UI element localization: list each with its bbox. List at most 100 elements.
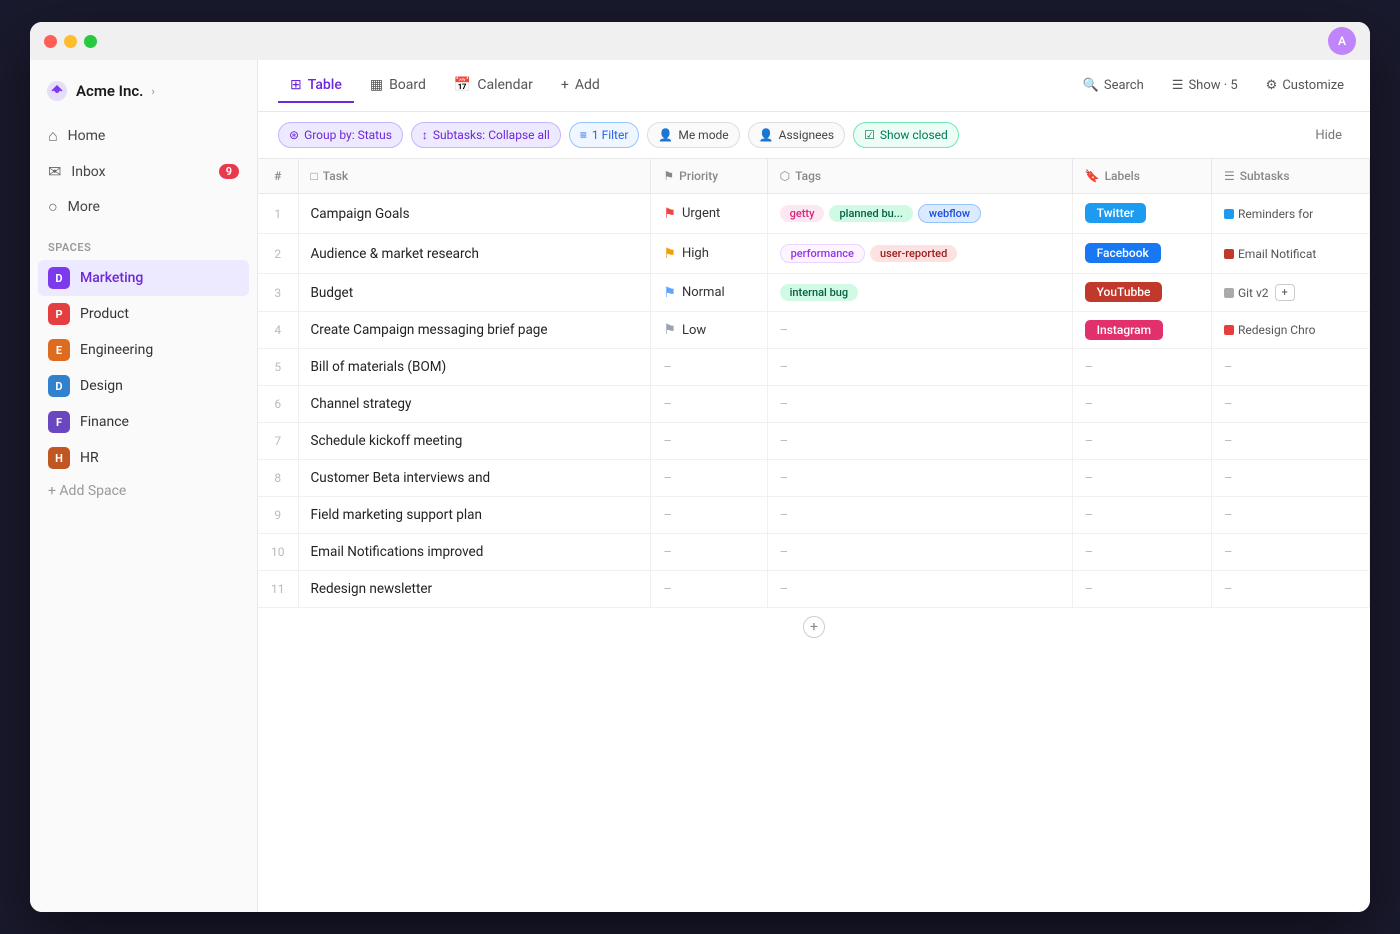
tags-col-icon: ⬡ xyxy=(780,169,790,183)
inbox-icon: ✉ xyxy=(48,162,61,181)
label-badge[interactable]: Facebook xyxy=(1085,243,1161,263)
empty-label: – xyxy=(1085,397,1094,412)
brand-name: Acme Inc. xyxy=(76,82,143,100)
main-content: ⊞ Table ▦ Board 📅 Calendar + Add xyxy=(258,60,1370,912)
show-closed-chip[interactable]: ☑ Show closed xyxy=(853,122,959,148)
row-label: Instagram xyxy=(1072,312,1211,349)
sidebar-item-finance[interactable]: F Finance xyxy=(38,404,249,440)
empty-subtask: – xyxy=(1224,508,1233,523)
label-badge[interactable]: Instagram xyxy=(1085,320,1163,340)
user-avatar[interactable]: A xyxy=(1328,27,1356,55)
row-task[interactable]: Schedule kickoff meeting xyxy=(298,423,651,460)
row-num: 9 xyxy=(258,497,298,534)
table-row[interactable]: 5Bill of materials (BOM)–––– xyxy=(258,349,1370,386)
table-row[interactable]: 9Field marketing support plan–––– xyxy=(258,497,1370,534)
table-row[interactable]: 11Redesign newsletter–––– xyxy=(258,571,1370,608)
empty-subtask: – xyxy=(1224,434,1233,449)
show-button[interactable]: ☰ Show · 5 xyxy=(1166,74,1244,97)
close-button[interactable] xyxy=(44,35,57,48)
customize-icon: ⚙ xyxy=(1266,78,1278,93)
table-row[interactable]: 10Email Notifications improved–––– xyxy=(258,534,1370,571)
row-label: YouTubbe xyxy=(1072,274,1211,312)
row-task[interactable]: Field marketing support plan xyxy=(298,497,651,534)
tag-item[interactable]: user-reported xyxy=(870,245,957,262)
more-icon: ○ xyxy=(48,197,58,217)
subtasks-col-icon: ☰ xyxy=(1224,169,1235,183)
add-row-button[interactable]: + xyxy=(258,608,1370,646)
col-priority: ⚑ Priority xyxy=(651,159,767,194)
table-row[interactable]: 4Create Campaign messaging brief page⚑Lo… xyxy=(258,312,1370,349)
tag-item[interactable]: webflow xyxy=(918,204,981,223)
row-task[interactable]: Audience & market research xyxy=(298,234,651,274)
table-row[interactable]: 3Budget⚑Normalinternal bugYouTubbeGit v2… xyxy=(258,274,1370,312)
table-row[interactable]: 1Campaign Goals⚑Urgentgettyplanned bu...… xyxy=(258,194,1370,234)
empty-subtask: – xyxy=(1224,360,1233,375)
assignees-chip[interactable]: 👤 Assignees xyxy=(748,122,845,148)
sidebar-item-marketing[interactable]: D Marketing xyxy=(38,260,249,296)
brand-chevron-icon: › xyxy=(151,85,154,98)
row-priority: – xyxy=(651,423,767,460)
filter-chip[interactable]: ≡ 1 Filter xyxy=(569,122,640,148)
row-subtasks: Reminders for xyxy=(1211,194,1369,234)
subtask-item: Redesign Chro xyxy=(1224,323,1316,337)
task-name: Audience & market research xyxy=(311,246,479,262)
table-row[interactable]: 6Channel strategy–––– xyxy=(258,386,1370,423)
row-label: – xyxy=(1072,423,1211,460)
brand-button[interactable]: Acme Inc. › xyxy=(30,72,257,118)
row-task[interactable]: Email Notifications improved xyxy=(298,534,651,571)
row-task[interactable]: Create Campaign messaging brief page xyxy=(298,312,651,349)
tab-table[interactable]: ⊞ Table xyxy=(278,69,354,103)
row-subtasks: – xyxy=(1211,423,1369,460)
me-mode-chip[interactable]: 👤 Me mode xyxy=(647,122,739,148)
tag-item[interactable]: performance xyxy=(780,244,865,263)
empty-subtask: – xyxy=(1224,397,1233,412)
sidebar-item-hr[interactable]: H HR xyxy=(38,440,249,476)
row-task[interactable]: Budget xyxy=(298,274,651,312)
table-row[interactable]: 2Audience & market research⚑Highperforma… xyxy=(258,234,1370,274)
row-tags: – xyxy=(767,386,1072,423)
tag-item[interactable]: internal bug xyxy=(780,284,859,301)
subtasks-label: Subtasks: Collapse all xyxy=(433,128,550,142)
subtask-label: Email Notificat xyxy=(1238,247,1316,261)
row-task[interactable]: Customer Beta interviews and xyxy=(298,460,651,497)
sidebar-item-home[interactable]: ⌂ Home xyxy=(38,118,249,154)
empty-label: – xyxy=(1085,434,1094,449)
search-button[interactable]: 🔍 Search xyxy=(1077,74,1150,97)
subtasks-collapse-chip[interactable]: ↕ Subtasks: Collapse all xyxy=(411,122,561,148)
sidebar-item-inbox[interactable]: ✉ Inbox 9 xyxy=(38,154,249,189)
hide-button[interactable]: Hide xyxy=(1307,124,1350,147)
add-space-button[interactable]: + Add Space xyxy=(30,476,257,506)
sidebar-item-more[interactable]: ○ More xyxy=(38,189,249,225)
space-avatar-product: P xyxy=(48,303,70,325)
priority-label: Low xyxy=(682,323,706,338)
table-row[interactable]: 7Schedule kickoff meeting–––– xyxy=(258,423,1370,460)
top-bar: ⊞ Table ▦ Board 📅 Calendar + Add xyxy=(258,60,1370,112)
minimize-button[interactable] xyxy=(64,35,77,48)
row-task[interactable]: Redesign newsletter xyxy=(298,571,651,608)
row-priority: – xyxy=(651,460,767,497)
tab-board[interactable]: ▦ Board xyxy=(358,69,438,103)
sidebar-item-engineering[interactable]: E Engineering xyxy=(38,332,249,368)
tab-add[interactable]: + Add xyxy=(549,69,612,103)
sidebar-item-design[interactable]: D Design xyxy=(38,368,249,404)
tab-calendar[interactable]: 📅 Calendar xyxy=(442,69,545,103)
row-subtasks: – xyxy=(1211,349,1369,386)
group-by-icon: ⊛ xyxy=(289,128,299,142)
maximize-button[interactable] xyxy=(84,35,97,48)
row-task[interactable]: Channel strategy xyxy=(298,386,651,423)
label-badge[interactable]: YouTubbe xyxy=(1085,282,1163,302)
row-task[interactable]: Bill of materials (BOM) xyxy=(298,349,651,386)
group-by-status-chip[interactable]: ⊛ Group by: Status xyxy=(278,122,403,148)
tag-item[interactable]: getty xyxy=(780,205,825,222)
label-badge[interactable]: Twitter xyxy=(1085,203,1147,223)
task-table: # □ Task ⚑ Priori xyxy=(258,159,1370,608)
add-row-icon: + xyxy=(803,616,825,638)
table-row[interactable]: 8Customer Beta interviews and–––– xyxy=(258,460,1370,497)
tag-item[interactable]: planned bu... xyxy=(829,205,912,222)
customize-button[interactable]: ⚙ Customize xyxy=(1260,74,1350,97)
row-priority: ⚑Normal xyxy=(651,274,767,312)
subtask-extra-btn[interactable]: + xyxy=(1275,284,1295,301)
sidebar-item-product[interactable]: P Product xyxy=(38,296,249,332)
task-name: Campaign Goals xyxy=(311,206,410,222)
row-task[interactable]: Campaign Goals xyxy=(298,194,651,234)
